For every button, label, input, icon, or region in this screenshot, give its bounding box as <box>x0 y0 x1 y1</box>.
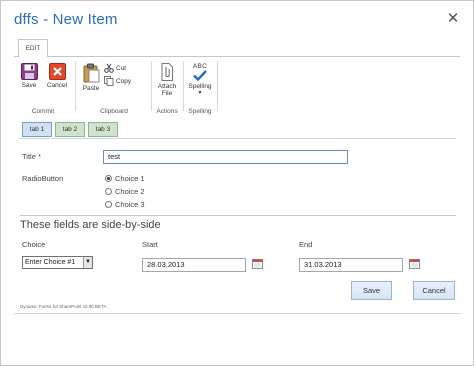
spelling-button[interactable]: ABC Spelling ▼ <box>186 63 214 96</box>
ribbon: Save Cancel Commit Paste Cut Copy Clipbo… <box>14 56 460 115</box>
paste-icon <box>83 63 99 83</box>
tab-2[interactable]: tab 2 <box>55 122 85 137</box>
form-bottom-border <box>14 313 462 314</box>
ribbon-group-clipboard: Paste Cut Copy Clipboard <box>78 59 150 115</box>
title-label: Title * <box>22 152 41 161</box>
copy-label: Copy <box>116 77 132 85</box>
cancel-icon <box>48 63 66 80</box>
radio-unselected-icon <box>105 201 112 208</box>
version-footer: Dynamic Forms for SharePoint v2.90 BETA <box>20 304 107 309</box>
spelling-label: Spelling <box>188 83 212 90</box>
abc-text: ABC <box>192 63 208 70</box>
tab-divider <box>20 138 456 139</box>
attach-label-2: File <box>161 90 173 97</box>
radio-unselected-icon <box>105 188 112 195</box>
cancel-button-label: Cancel <box>46 82 68 89</box>
dialog-window: dffs - New Item ✕ EDIT Save Cancel Commi… <box>0 0 474 366</box>
paste-button-label: Paste <box>82 85 100 92</box>
choice-select-value: Enter Choice #1 <box>25 259 76 266</box>
save-button-form[interactable]: Save <box>351 281 392 300</box>
ribbon-group-actions-label: Actions <box>156 108 178 115</box>
ribbon-separator <box>75 61 76 111</box>
start-date-input[interactable]: 28.03.2013 <box>142 258 246 272</box>
copy-icon <box>104 76 114 86</box>
tab-3[interactable]: tab 3 <box>88 122 118 137</box>
chevron-down-icon: ▼ <box>83 257 92 268</box>
radio-choice-label: Choice 1 <box>115 174 145 183</box>
cancel-button-form[interactable]: Cancel <box>413 281 455 300</box>
ribbon-group-spelling-label: Spelling <box>188 108 212 115</box>
radio-label: RadioButton <box>22 174 64 183</box>
paperclip-icon <box>161 63 173 81</box>
choice-select[interactable]: Enter Choice #1 ▼ <box>22 256 93 269</box>
radio-choice-1[interactable]: Choice 1 <box>105 174 145 183</box>
ribbon-group-commit: Save Cancel Commit <box>14 59 72 115</box>
end-label: End <box>299 240 313 249</box>
save-button[interactable]: Save <box>18 63 40 89</box>
ribbon-group-commit-label: Commit <box>31 108 55 115</box>
copy-button[interactable]: Copy <box>104 76 131 86</box>
save-icon <box>20 63 38 80</box>
cut-label: Cut <box>116 64 127 72</box>
scissors-icon <box>104 63 114 73</box>
end-date-input[interactable]: 31.03.2013 <box>299 258 403 272</box>
checkmark-icon <box>193 70 207 81</box>
paste-button[interactable]: Paste <box>80 63 102 92</box>
choice-label: Choice <box>22 240 46 249</box>
tab-1[interactable]: tab 1 <box>22 122 52 137</box>
section-divider <box>20 215 456 216</box>
calendar-icon[interactable] <box>252 259 263 269</box>
attach-label-1: Attach <box>157 83 177 90</box>
radio-choice-label: Choice 2 <box>115 187 145 196</box>
ribbon-group-clipboard-label: Clipboard <box>100 108 128 115</box>
title-input[interactable]: test <box>103 150 348 164</box>
cut-button[interactable]: Cut <box>104 63 126 73</box>
radio-choice-3[interactable]: Choice 3 <box>105 200 145 209</box>
close-icon[interactable]: ✕ <box>445 11 461 27</box>
save-button-label: Save <box>21 82 37 89</box>
calendar-icon[interactable] <box>409 259 420 269</box>
ribbon-tab-edit[interactable]: EDIT <box>18 39 48 57</box>
start-label: Start <box>142 240 158 249</box>
cancel-button-ribbon[interactable]: Cancel <box>44 63 70 89</box>
attach-file-button[interactable]: Attach File <box>154 63 180 97</box>
radio-selected-icon <box>105 175 112 182</box>
ribbon-separator <box>217 61 218 111</box>
dialog-title: dffs - New Item <box>14 11 118 28</box>
section-heading: These fields are side-by-side <box>20 219 161 231</box>
radio-choice-2[interactable]: Choice 2 <box>105 187 145 196</box>
ribbon-group-spelling: ABC Spelling ▼ Spelling <box>184 59 216 115</box>
chevron-down-icon: ▼ <box>197 90 203 96</box>
radio-choice-label: Choice 3 <box>115 200 145 209</box>
ribbon-group-actions: Attach File Actions <box>152 59 182 115</box>
